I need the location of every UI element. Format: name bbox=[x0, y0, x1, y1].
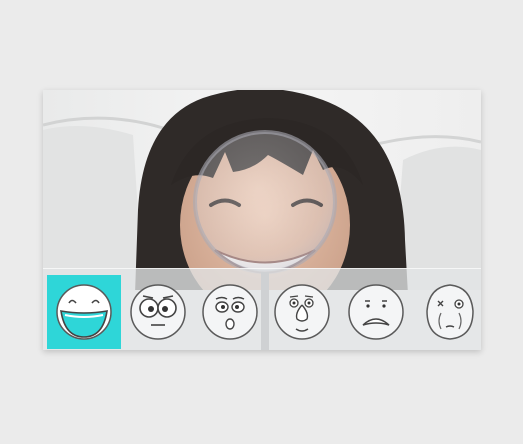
surprised-face-icon bbox=[130, 284, 186, 340]
shocked-face-icon bbox=[202, 284, 258, 340]
emoji-option-sad[interactable] bbox=[339, 275, 413, 349]
sad-face-icon bbox=[348, 284, 404, 340]
emoji-toolbar bbox=[43, 268, 481, 350]
big-nose-face-icon bbox=[274, 284, 330, 340]
emoji-option-laughing[interactable] bbox=[47, 275, 121, 349]
emoji-option-shocked[interactable] bbox=[193, 275, 267, 349]
emoji-option-surprised[interactable] bbox=[121, 275, 195, 349]
sick-face-icon bbox=[426, 284, 474, 340]
camera-preview bbox=[43, 90, 481, 350]
emoji-option-big-nose[interactable] bbox=[265, 275, 339, 349]
laughing-face-icon bbox=[56, 284, 112, 340]
emoji-option-sick[interactable] bbox=[413, 275, 481, 349]
